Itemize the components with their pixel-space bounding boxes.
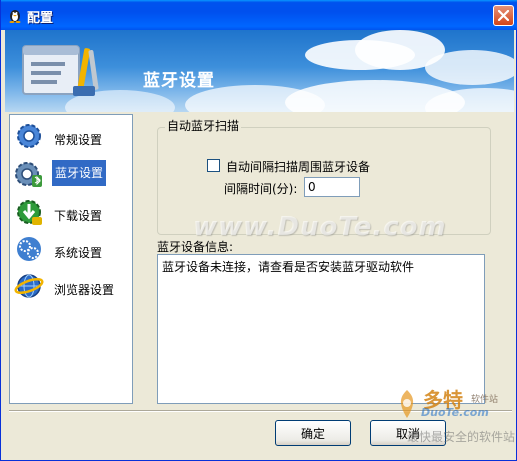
sidebar-item-bluetooth[interactable]: 蓝牙设置 bbox=[12, 157, 132, 191]
interval-input[interactable] bbox=[304, 177, 360, 197]
sidebar-item-system[interactable]: 系统设置 bbox=[12, 232, 132, 266]
ok-button[interactable]: 确定 bbox=[275, 420, 351, 446]
download-icon bbox=[17, 200, 42, 225]
sidebar-item-label: 下载设置 bbox=[54, 209, 103, 223]
banner-title: 蓝牙设置 bbox=[143, 71, 215, 91]
logo-small: 软件站 bbox=[471, 395, 499, 405]
logo-english: DuoTe.com bbox=[421, 406, 489, 419]
sidebar-item-label: 蓝牙设置 bbox=[52, 160, 107, 186]
site-logo: 多特 软件站 DuoTe.com 最快最安全的软件站 bbox=[387, 384, 515, 444]
device-info-box[interactable]: 蓝牙设备未连接，请查看是否安装蓝牙驱动软件 bbox=[157, 254, 485, 404]
sidebar-item-browser[interactable]: 浏览器设置 bbox=[12, 269, 132, 303]
system-gears-icon bbox=[17, 237, 41, 261]
sidebar-item-download[interactable]: 下载设置 bbox=[12, 195, 132, 229]
settings-tools-icon bbox=[22, 45, 99, 96]
sidebar-item-label: 系统设置 bbox=[54, 246, 103, 260]
bluetooth-gear-icon bbox=[15, 162, 42, 187]
config-dialog: 配置 蓝牙设置 常规设置 蓝牙设置 下载设置 系统设置 浏览器设置 自动间隔扫描… bbox=[0, 0, 517, 461]
sidebar-item-label: 常规设置 bbox=[54, 133, 103, 147]
sidebar-item-label: 浏览器设置 bbox=[54, 283, 115, 297]
settings-nav: 常规设置 蓝牙设置 下载设置 系统设置 浏览器设置 bbox=[9, 114, 133, 404]
globe-icon bbox=[14, 274, 44, 298]
gear-icon bbox=[17, 124, 41, 148]
auto-scan-group-legend: 自动蓝牙扫描 bbox=[165, 117, 242, 134]
bluetooth-settings-panel: 自动间隔扫描周围蓝牙设备 间隔时间(分): 自动蓝牙扫描 蓝牙设备信息: 蓝牙设… bbox=[139, 114, 510, 408]
site-watermark: www.DuoTe.com bbox=[193, 212, 447, 242]
device-info-text: 蓝牙设备未连接，请查看是否安装蓝牙驱动软件 bbox=[162, 260, 415, 274]
sidebar-item-general[interactable]: 常规设置 bbox=[12, 119, 132, 153]
auto-scan-checkbox[interactable] bbox=[207, 159, 220, 172]
penguin-icon bbox=[9, 10, 21, 23]
auto-scan-checkbox-label[interactable]: 自动间隔扫描周围蓝牙设备 bbox=[226, 158, 370, 175]
logo-slogan: 最快最安全的软件站 bbox=[407, 430, 516, 444]
header-banner: 蓝牙设置 bbox=[5, 30, 514, 112]
interval-label: 间隔时间(分): bbox=[224, 182, 298, 196]
close-icon bbox=[498, 10, 509, 21]
logo-mark-icon bbox=[400, 390, 414, 418]
title-bar[interactable]: 配置 bbox=[1, 0, 517, 30]
window-title: 配置 bbox=[27, 11, 54, 26]
close-button[interactable] bbox=[493, 5, 514, 26]
